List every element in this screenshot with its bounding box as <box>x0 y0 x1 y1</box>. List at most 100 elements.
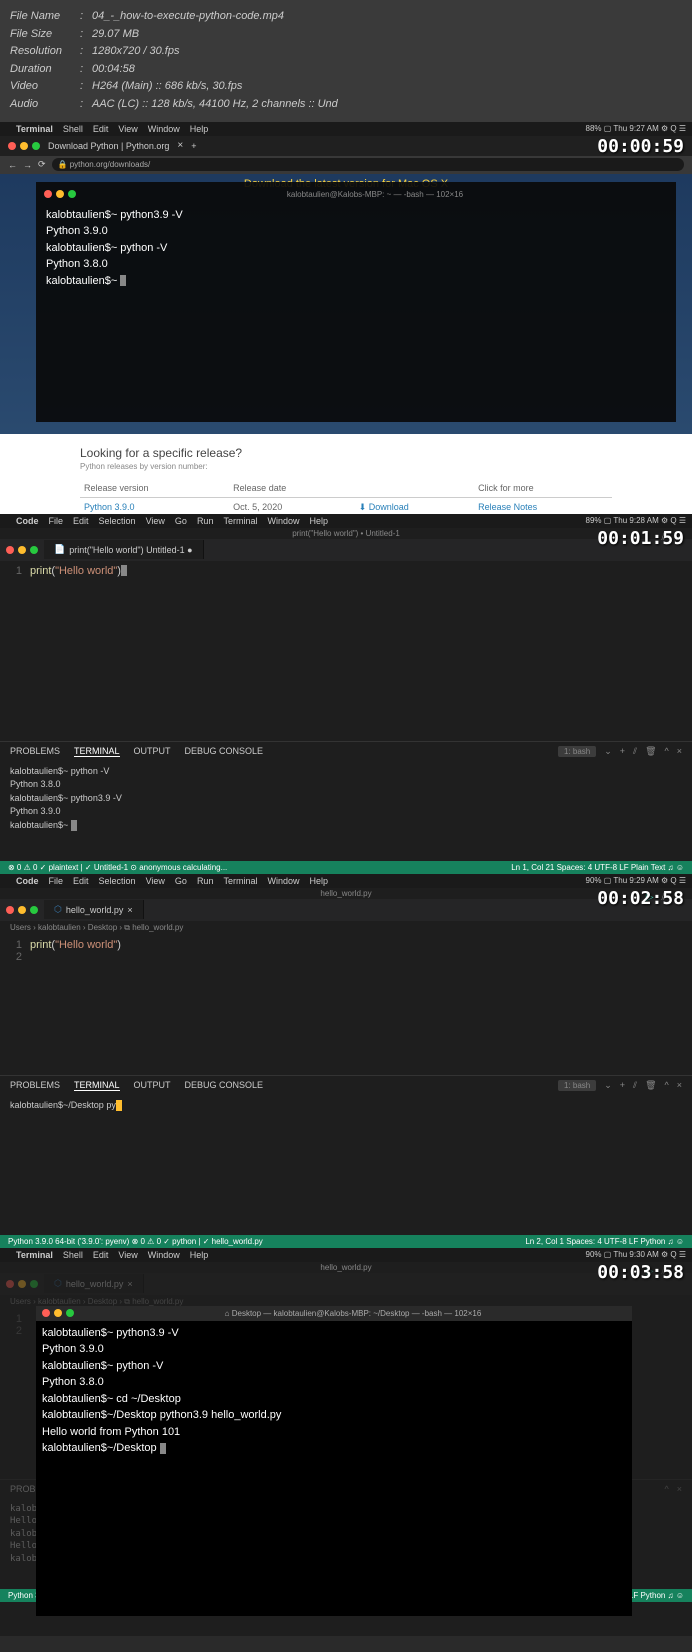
code-area[interactable]: print("Hello world") <box>30 561 692 741</box>
window-controls[interactable] <box>44 190 76 198</box>
chevron-down-icon[interactable]: ⌄ <box>604 746 612 757</box>
menu-item[interactable]: Terminal <box>223 516 257 526</box>
terminal-selector[interactable]: 1: bash <box>558 1080 596 1091</box>
menu-item[interactable]: Edit <box>73 876 89 886</box>
menubar-app[interactable]: Code <box>16 876 39 886</box>
trash-icon[interactable]: 🗑 <box>645 746 656 757</box>
menu-item[interactable]: Edit <box>93 124 109 134</box>
new-terminal-icon[interactable]: + <box>620 746 625 756</box>
menu-item[interactable]: Edit <box>93 1250 109 1260</box>
menu-item[interactable]: Selection <box>99 516 136 526</box>
status-bar[interactable]: ⊗ 0 ⚠ 0 ✓ plaintext | ✓ Untitled-1 ⊙ ano… <box>0 861 692 874</box>
terminal-body[interactable]: kalobtaulien$~ python3.9 -V Python 3.9.0… <box>36 1321 632 1461</box>
menu-item[interactable]: Shell <box>63 124 83 134</box>
menu-item[interactable]: View <box>118 1250 137 1260</box>
menu-item[interactable]: View <box>118 124 137 134</box>
panel-tab-terminal[interactable]: TERMINAL <box>74 746 120 757</box>
maximize-icon[interactable]: ^ <box>665 746 669 756</box>
terminal-panel[interactable]: kalobtaulien$~/Desktop py <box>0 1095 692 1235</box>
reload-icon[interactable]: ⟳ <box>38 159 46 170</box>
menu-item[interactable]: Go <box>175 516 187 526</box>
split-terminal-icon[interactable]: ⫽ <box>633 746 637 757</box>
menubar-right[interactable]: 88% ▢ Thu 9:27 AM ⚙ Q ☰ <box>586 124 686 133</box>
menubar-right[interactable]: 89% ▢ Thu 9:28 AM ⚙ Q ☰ <box>586 516 686 525</box>
macos-menubar[interactable]: Terminal Shell Edit View Window Help 90%… <box>0 1248 692 1262</box>
code-area[interactable]: print("Hello world") <box>30 935 692 1075</box>
menu-item[interactable]: Selection <box>99 876 136 886</box>
close-icon[interactable]: × <box>677 1484 682 1494</box>
terminal-panel[interactable]: kalobtaulien$~ python -V Python 3.8.0 ka… <box>0 761 692 861</box>
status-right[interactable]: Ln 2, Col 1 Spaces: 4 UTF-8 LF Python ♫ … <box>525 1237 684 1246</box>
terminal-selector[interactable]: 1: bash <box>558 746 596 757</box>
editor-tabs[interactable]: 📄 print("Hello world") Untitled-1 ● ⫽ ⋯ <box>0 539 692 561</box>
menu-item[interactable]: Window <box>267 516 299 526</box>
editor-tabs[interactable]: ⬡ hello_world.py × ▷ ⫽ ⋯ <box>0 1273 692 1295</box>
terminal-body[interactable]: kalobtaulien$~ python3.9 -V Python 3.9.0… <box>40 203 672 294</box>
editor[interactable]: 1 2 print("Hello world") <box>0 935 692 1075</box>
editor-tabs[interactable]: ⬡ hello_world.py × ▷ ⫽ ⋯ <box>0 899 692 921</box>
menu-item[interactable]: Run <box>197 876 214 886</box>
browser-tabbar[interactable]: Download Python | Python.org × + <box>0 136 692 156</box>
menu-item[interactable]: Help <box>309 876 328 886</box>
macos-menubar[interactable]: Code File Edit Selection View Go Run Ter… <box>0 514 692 528</box>
menu-item[interactable]: File <box>49 516 64 526</box>
panel-tab-output[interactable]: OUTPUT <box>134 1080 171 1090</box>
editor[interactable]: 1 print("Hello world") <box>0 561 692 741</box>
panel-tab-problems[interactable]: PROBLEMS <box>10 746 60 756</box>
menu-item[interactable]: File <box>49 876 64 886</box>
window-controls[interactable] <box>0 906 44 914</box>
window-controls[interactable] <box>0 546 44 554</box>
browser-urlbar[interactable]: ← → ⟳ 🔒 python.org/downloads/ <box>0 156 692 174</box>
menu-item[interactable]: Help <box>309 516 328 526</box>
status-left[interactable]: ⊗ 0 ⚠ 0 ✓ plaintext | ✓ Untitled-1 ⊙ ano… <box>8 863 227 872</box>
panel-tabs[interactable]: PROBLEMS TERMINAL OUTPUT DEBUG CONSOLE 1… <box>0 741 692 761</box>
menubar-right[interactable]: 90% ▢ Thu 9:29 AM ⚙ Q ☰ <box>586 876 686 885</box>
panel-tabs[interactable]: PROBLEMS TERMINAL OUTPUT DEBUG CONSOLE 1… <box>0 1075 692 1095</box>
menu-item[interactable]: Help <box>190 124 209 134</box>
menu-item[interactable]: Edit <box>73 516 89 526</box>
close-icon[interactable]: × <box>677 746 682 756</box>
terminal-window[interactable]: kalobtaulien@Kalobs-MBP: ~ — -bash — 102… <box>36 182 676 422</box>
status-right[interactable]: Ln 1, Col 21 Spaces: 4 UTF-8 LF Plain Te… <box>511 863 684 872</box>
split-terminal-icon[interactable]: ⫽ <box>633 1080 637 1091</box>
close-icon[interactable]: × <box>127 905 132 915</box>
menu-item[interactable]: Run <box>197 516 214 526</box>
close-icon[interactable]: × <box>177 140 183 151</box>
terminal-window[interactable]: ⌂ Desktop — kalobtaulien@Kalobs-MBP: ~/D… <box>36 1306 632 1616</box>
status-left[interactable]: Python 3.9.0 64-bit ('3.9.0': pyenv) ⊗ 0… <box>8 1237 263 1246</box>
url-field[interactable]: 🔒 python.org/downloads/ <box>52 158 684 171</box>
new-tab-icon[interactable]: + <box>191 141 196 151</box>
panel-tab-problems[interactable]: PROBLEMS <box>10 1080 60 1090</box>
menu-item[interactable]: Go <box>175 876 187 886</box>
menu-item[interactable]: View <box>146 876 165 886</box>
maximize-icon[interactable]: ^ <box>665 1484 669 1494</box>
new-terminal-icon[interactable]: + <box>620 1080 625 1090</box>
close-icon[interactable]: × <box>677 1080 682 1090</box>
window-controls[interactable] <box>0 1280 44 1288</box>
menubar-app[interactable]: Code <box>16 516 39 526</box>
menu-item[interactable]: Window <box>267 876 299 886</box>
menubar-app[interactable]: Terminal <box>16 1250 53 1260</box>
macos-menubar[interactable]: Code File Edit Selection View Go Run Ter… <box>0 874 692 888</box>
editor-tab[interactable]: ⬡ hello_world.py × <box>44 900 144 919</box>
menu-item[interactable]: Shell <box>63 1250 83 1260</box>
window-controls[interactable] <box>8 142 40 150</box>
menu-item[interactable]: View <box>146 516 165 526</box>
menu-item[interactable]: Terminal <box>223 876 257 886</box>
macos-menubar[interactable]: Terminal Shell Edit View Window Help 88%… <box>0 122 692 136</box>
status-bar[interactable]: Python 3.9.0 64-bit ('3.9.0': pyenv) ⊗ 0… <box>0 1235 692 1248</box>
window-controls[interactable] <box>42 1309 74 1317</box>
breadcrumb[interactable]: Users › kalobtaulien › Desktop › ⧉ hello… <box>0 921 692 935</box>
trash-icon[interactable]: 🗑 <box>645 1080 656 1091</box>
forward-icon[interactable]: → <box>23 160 32 170</box>
menu-item[interactable]: Window <box>148 124 180 134</box>
back-icon[interactable]: ← <box>8 160 17 170</box>
chevron-down-icon[interactable]: ⌄ <box>604 1080 612 1091</box>
menu-item[interactable]: Window <box>148 1250 180 1260</box>
panel-tab-output[interactable]: OUTPUT <box>134 746 171 756</box>
browser-tab[interactable]: Download Python | Python.org <box>48 141 169 151</box>
menubar-app[interactable]: Terminal <box>16 124 53 134</box>
editor-tab[interactable]: 📄 print("Hello world") Untitled-1 ● <box>44 540 204 559</box>
maximize-icon[interactable]: ^ <box>665 1080 669 1090</box>
menubar-right[interactable]: 90% ▢ Thu 9:30 AM ⚙ Q ☰ <box>586 1250 686 1259</box>
